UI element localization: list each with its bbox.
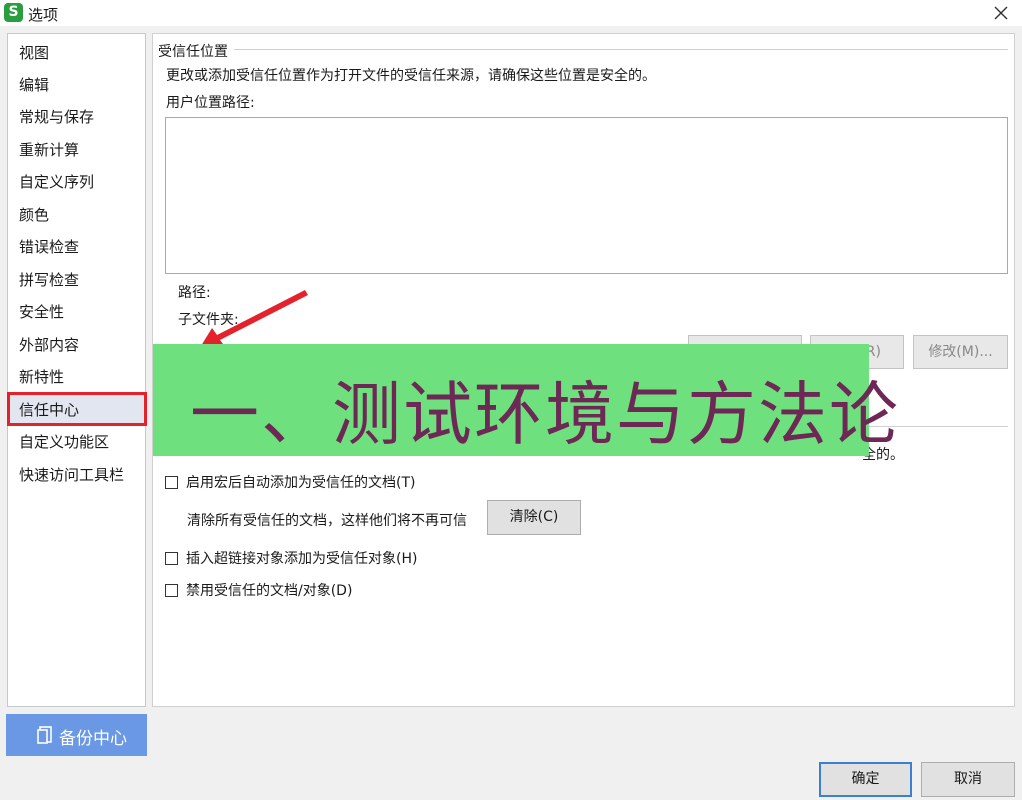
sidebar-item-error-checking[interactable]: 错误检查 <box>8 232 145 262</box>
backup-center-button[interactable]: 备份中心 <box>6 714 147 756</box>
trust-center-highlight-box <box>7 392 147 426</box>
disable-trusted-checkbox[interactable] <box>165 583 178 597</box>
group-divider <box>160 49 1008 50</box>
sidebar-item-custom-lists[interactable]: 自定义序列 <box>8 167 145 197</box>
sidebar-item-external-content[interactable]: 外部内容 <box>8 330 145 360</box>
auto-add-macro-label: 启用宏后自动添加为受信任的文档(T) <box>186 475 416 491</box>
user-location-path-label: 用户位置路径: <box>166 95 255 111</box>
auto-add-macro-checkbox[interactable] <box>165 475 178 489</box>
hyperlink-trusted-label: 插入超链接对象添加为受信任对象(H) <box>186 551 418 567</box>
sidebar-item-quick-access-toolbar[interactable]: 快速访问工具栏 <box>8 460 145 490</box>
disable-trusted-option[interactable]: 禁用受信任的文档/对象(D) <box>165 580 352 600</box>
disable-trusted-label: 禁用受信任的文档/对象(D) <box>186 583 353 599</box>
ok-button[interactable]: 确定 <box>819 762 912 797</box>
auto-add-macro-option[interactable]: 启用宏后自动添加为受信任的文档(T) <box>165 472 415 492</box>
sidebar-item-customize-ribbon[interactable]: 自定义功能区 <box>8 427 145 457</box>
trusted-locations-title: 受信任位置 <box>158 41 234 61</box>
app-logo-icon: S <box>4 3 23 22</box>
modify-location-button[interactable]: 修改(M)... <box>913 335 1008 369</box>
hyperlink-trusted-checkbox[interactable] <box>165 551 178 565</box>
sidebar-item-edit[interactable]: 编辑 <box>8 70 145 100</box>
options-sidebar: 视图 编辑 常规与保存 重新计算 自定义序列 颜色 错误检查 拼写检查 安全性 … <box>7 33 146 707</box>
sidebar-item-view[interactable]: 视图 <box>8 38 145 68</box>
close-icon[interactable] <box>990 2 1012 24</box>
banner-text: 一、测试环境与方法论 <box>190 375 900 455</box>
trusted-locations-description: 更改或添加受信任位置作为打开文件的受信任来源，请确保这些位置是安全的。 <box>166 68 656 84</box>
trusted-locations-list[interactable] <box>165 117 1008 274</box>
sidebar-item-colors[interactable]: 颜色 <box>8 200 145 230</box>
title-bar: S 选项 <box>0 0 1022 26</box>
hyperlink-trusted-option[interactable]: 插入超链接对象添加为受信任对象(H) <box>165 548 417 568</box>
document-icon <box>37 726 52 744</box>
cancel-button[interactable]: 取消 <box>921 762 1015 797</box>
sidebar-item-security[interactable]: 安全性 <box>8 297 145 327</box>
clear-trusted-description: 清除所有受信任的文档，这样他们将不再可信 <box>187 513 467 529</box>
window-title: 选项 <box>28 6 59 24</box>
clear-button[interactable]: 清除(C) <box>487 500 581 535</box>
backup-center-label: 备份中心 <box>59 729 127 749</box>
sidebar-item-new-features[interactable]: 新特性 <box>8 362 145 392</box>
sidebar-item-spell-checking[interactable]: 拼写检查 <box>8 265 145 295</box>
title-banner: 一、测试环境与方法论 <box>153 344 898 456</box>
sidebar-item-recalculation[interactable]: 重新计算 <box>8 135 145 165</box>
sidebar-item-general-save[interactable]: 常规与保存 <box>8 102 145 132</box>
